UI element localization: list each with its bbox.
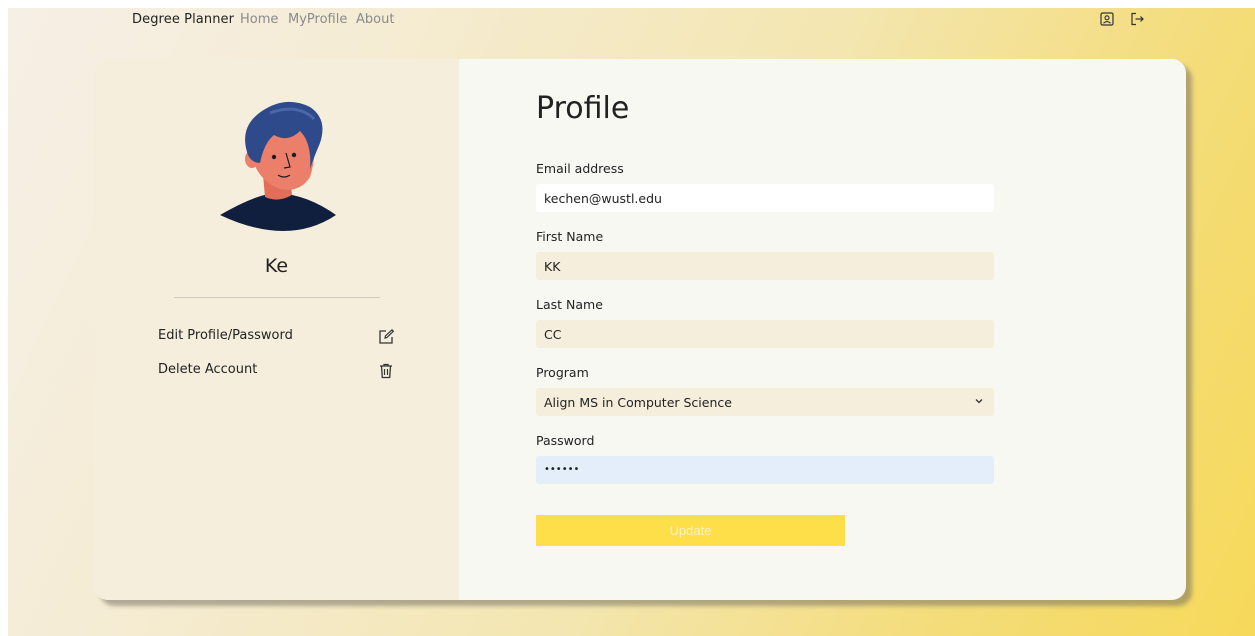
email-field[interactable]: kechen@wustl.edu xyxy=(536,184,994,212)
profile-icon[interactable] xyxy=(1099,11,1115,27)
program-selected-value: Align MS in Computer Science xyxy=(544,395,732,410)
trash-icon[interactable] xyxy=(377,362,395,380)
nav-link-about[interactable]: About xyxy=(356,12,394,27)
user-name: Ke xyxy=(264,255,289,277)
delete-account-link[interactable]: Delete Account xyxy=(158,362,257,377)
nav-link-myprofile[interactable]: MyProfile xyxy=(288,12,347,27)
email-label: Email address xyxy=(536,161,624,176)
navbar: Degree Planner Home MyProfile About xyxy=(8,8,1255,36)
first-name-label: First Name xyxy=(536,229,604,244)
last-name-label: Last Name xyxy=(536,297,603,312)
edit-icon[interactable] xyxy=(377,328,395,346)
edit-profile-link[interactable]: Edit Profile/Password xyxy=(158,328,293,343)
sidebar-divider xyxy=(174,297,380,298)
avatar xyxy=(220,101,336,231)
sidebar-panel: Ke Edit Profile/Password Delete Account xyxy=(94,59,459,600)
page-title: Profile xyxy=(536,91,630,126)
update-button[interactable]: Update xyxy=(536,515,845,546)
nav-link-home[interactable]: Home xyxy=(240,12,278,27)
profile-card: Ke Edit Profile/Password Delete Account … xyxy=(94,59,1186,600)
first-name-field[interactable]: KK xyxy=(536,252,994,280)
logout-icon[interactable] xyxy=(1129,11,1145,27)
profile-form: Profile Email address kechen@wustl.edu F… xyxy=(459,59,1186,600)
program-label: Program xyxy=(536,365,589,380)
password-label: Password xyxy=(536,433,595,448)
chevron-down-icon xyxy=(975,399,983,404)
brand-logo[interactable]: Degree Planner xyxy=(132,12,234,27)
app-viewport: Degree Planner Home MyProfile About Ke E… xyxy=(8,8,1255,636)
password-field[interactable]: •••••• xyxy=(536,456,994,484)
last-name-field[interactable]: CC xyxy=(536,320,994,348)
program-select[interactable]: Align MS in Computer Science xyxy=(536,388,994,416)
